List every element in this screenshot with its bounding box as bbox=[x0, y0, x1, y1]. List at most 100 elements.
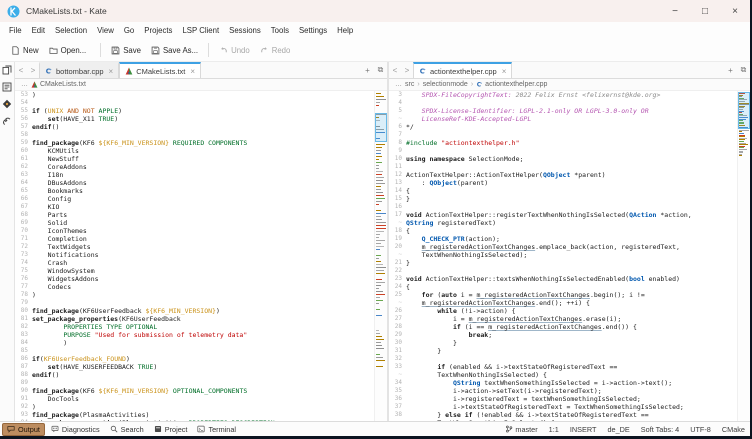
breadcrumb-item[interactable]: src bbox=[405, 81, 414, 88]
line-number: 4 bbox=[389, 99, 406, 107]
status-de_de[interactable]: de_DE bbox=[607, 425, 629, 434]
menu-sessions[interactable]: Sessions bbox=[224, 24, 266, 37]
code-line: 30 } bbox=[389, 339, 737, 347]
code-line: 28 if (i == m_registeredActionTextChange… bbox=[389, 323, 737, 331]
toolbar-button-label: Redo bbox=[272, 46, 291, 55]
code-line: 81set_package_properties(KF6UserFeedback bbox=[15, 315, 374, 323]
toolview-button-label: Output bbox=[18, 425, 40, 434]
editor-left[interactable]: 53)5455if (UNIX AND NOT APPLE)56 set(HAV… bbox=[15, 91, 387, 421]
menu-projects[interactable]: Projects bbox=[139, 24, 177, 37]
open-button[interactable]: Open... bbox=[44, 43, 96, 58]
svg-text:+: + bbox=[480, 82, 482, 86]
tab-actiontexthelper.cpp[interactable]: C+actiontexthelper.cpp× bbox=[413, 62, 512, 78]
line-number: 83 bbox=[15, 331, 32, 339]
line-number: 74 bbox=[15, 259, 32, 267]
code-line: 80find_package(KF6UserFeedback ${KF6_MIN… bbox=[15, 307, 374, 315]
diagnostics-toolview-button[interactable]: Diagnostics bbox=[47, 424, 104, 435]
new-tab-button[interactable]: + bbox=[361, 62, 374, 78]
menu-go[interactable]: Go bbox=[119, 24, 139, 37]
breadcrumb-item[interactable]: selectionmode bbox=[423, 81, 468, 88]
history-forward-icon[interactable]: > bbox=[27, 62, 39, 78]
tab-close-icon[interactable]: × bbox=[109, 67, 114, 76]
code-line: 37 i->textStateOfRegisteredText = TextWh… bbox=[389, 403, 737, 411]
menu-edit[interactable]: Edit bbox=[27, 24, 50, 37]
sidebar-tool-icon[interactable] bbox=[2, 116, 12, 126]
save-as-button[interactable]: Save As... bbox=[146, 43, 203, 58]
split-view-icon[interactable]: ⧉ bbox=[374, 62, 387, 78]
history-forward-icon[interactable]: > bbox=[401, 62, 413, 78]
code-text: if(KF6UserFeedback_FOUND) bbox=[32, 355, 130, 363]
minimize-button[interactable]: − bbox=[660, 0, 690, 22]
line-number: 38 bbox=[389, 411, 406, 419]
save-button[interactable]: Save bbox=[106, 43, 146, 58]
status-cmake[interactable]: CMake bbox=[722, 425, 745, 434]
sidebar-git-diamond-icon[interactable] bbox=[2, 99, 12, 109]
history-back-icon[interactable]: < bbox=[389, 62, 401, 78]
menu-selection[interactable]: Selection bbox=[50, 24, 92, 37]
sidebar-symbols-list-icon[interactable] bbox=[2, 82, 12, 92]
code-text: find_package(PlasmaActivities) bbox=[32, 411, 149, 419]
menu-file[interactable]: File bbox=[4, 24, 27, 37]
cpp: C+ bbox=[45, 67, 53, 75]
status-insert[interactable]: INSERT bbox=[570, 425, 597, 434]
new-tab-button[interactable]: + bbox=[724, 62, 737, 78]
line-number: 77 bbox=[15, 283, 32, 291]
redo-button[interactable]: Redo bbox=[255, 43, 296, 58]
line-number: 26 bbox=[389, 307, 406, 315]
save-icon bbox=[111, 46, 120, 55]
line-number: 91 bbox=[15, 395, 32, 403]
menu-help[interactable]: Help bbox=[332, 24, 358, 37]
code-line: 89 bbox=[15, 379, 374, 387]
code-text: set(HAVE_X11 TRUE) bbox=[32, 115, 118, 123]
undo-button[interactable]: Undo bbox=[214, 43, 255, 58]
search-toolview-button[interactable]: Search bbox=[106, 424, 148, 435]
editor-right[interactable]: 3 SPDX-FileCopyrightText: 2022 Felix Ern… bbox=[389, 91, 750, 421]
output-toolview-button[interactable]: Output bbox=[2, 423, 45, 436]
code-text: Crash bbox=[32, 259, 67, 267]
breadcrumb-ellipsis[interactable]: … bbox=[21, 81, 28, 88]
minimap-right[interactable] bbox=[737, 91, 750, 421]
code-line: 27 i = m_registeredActionTextChanges.era… bbox=[389, 315, 737, 323]
status-1-1[interactable]: 1:1 bbox=[549, 425, 559, 434]
code-text: TextWhenNothingIsSelected) { bbox=[406, 371, 547, 379]
breadcrumb-ellipsis[interactable]: … bbox=[395, 81, 402, 88]
menu-view[interactable]: View bbox=[92, 24, 119, 37]
status-utf-8[interactable]: UTF-8 bbox=[690, 425, 711, 434]
code-line: 68 Parts bbox=[15, 211, 374, 219]
minimap-viewport[interactable] bbox=[375, 113, 387, 142]
minimap-left[interactable] bbox=[374, 91, 387, 421]
project-toolview-button[interactable]: Project bbox=[150, 424, 192, 435]
status-soft-tabs-4[interactable]: Soft Tabs: 4 bbox=[641, 425, 679, 434]
minimap-viewport[interactable] bbox=[738, 92, 750, 129]
project-icon bbox=[154, 425, 162, 433]
code-text: { bbox=[406, 187, 410, 195]
code-text: SPDX-License-Identifier: LGPL-2.1-only O… bbox=[406, 107, 649, 115]
line-number: 71 bbox=[15, 235, 32, 243]
new-button[interactable]: New bbox=[6, 43, 44, 58]
menu-lsp-client[interactable]: LSP Client bbox=[177, 24, 224, 37]
line-number: 62 bbox=[15, 163, 32, 171]
line-number: 88 bbox=[15, 371, 32, 379]
sidebar-documents-icon[interactable] bbox=[2, 65, 12, 75]
tab-bottombar.cpp[interactable]: C+bottombar.cpp× bbox=[39, 62, 119, 78]
split-view-icon[interactable]: ⧉ bbox=[737, 62, 750, 78]
code-line: ~QString registeredText) bbox=[389, 219, 737, 227]
menu-tools[interactable]: Tools bbox=[266, 24, 294, 37]
terminal-toolview-button[interactable]: Terminal bbox=[193, 424, 240, 435]
status-master[interactable]: master bbox=[505, 425, 537, 434]
tab-close-icon[interactable]: × bbox=[502, 67, 507, 76]
close-button[interactable]: × bbox=[720, 0, 750, 22]
history-back-icon[interactable]: < bbox=[15, 62, 27, 78]
tab-close-icon[interactable]: × bbox=[190, 67, 195, 76]
line-number: 20 bbox=[389, 243, 406, 251]
status-label: de_DE bbox=[607, 425, 629, 434]
line-number: 90 bbox=[15, 387, 32, 395]
menu-settings[interactable]: Settings bbox=[294, 24, 332, 37]
breadcrumb-item[interactable]: C+actiontexthelper.cpp bbox=[476, 81, 547, 88]
tab-CMakeLists.txt[interactable]: CMakeLists.txt× bbox=[119, 62, 201, 78]
toolview-sidebar bbox=[0, 62, 15, 421]
line-number: 16 bbox=[389, 203, 406, 211]
maximize-button[interactable]: □ bbox=[690, 0, 720, 22]
breadcrumb-item[interactable]: CMakeLists.txt bbox=[31, 81, 86, 88]
code-line: 75 WindowSystem bbox=[15, 267, 374, 275]
